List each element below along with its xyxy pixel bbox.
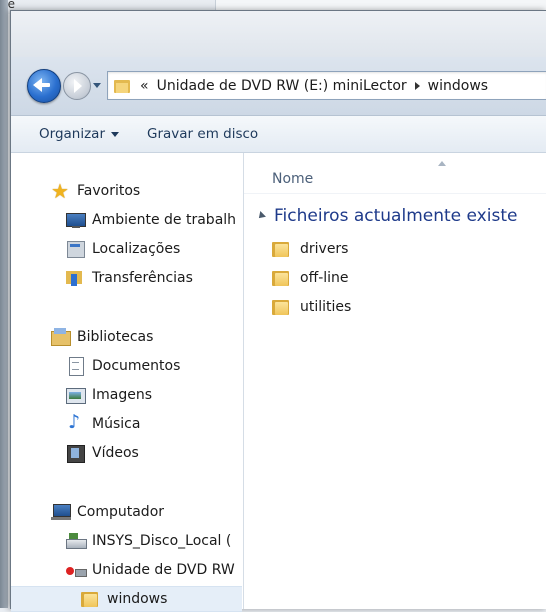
nav-item-label: Imagens [92, 387, 153, 403]
file-name: off-line [300, 270, 349, 286]
star-icon [51, 179, 71, 203]
command-bar: Organizar Gravar em disco [11, 116, 546, 153]
breadcrumb-windows[interactable]: windows [428, 78, 488, 94]
file-name: drivers [300, 241, 349, 257]
address-bar[interactable]: « Unidade de DVD RW (E:) miniLector wind… [107, 71, 546, 100]
nav-item-documents[interactable]: Documentos [66, 354, 180, 378]
nav-favorites-label: Favoritos [77, 183, 141, 199]
nav-item-downloads[interactable]: Transferências [66, 266, 193, 290]
column-header-divider [244, 193, 546, 194]
explorer-window: « Unidade de DVD RW (E:) miniLector wind… [10, 10, 546, 612]
file-item-utilities[interactable]: utilities [272, 295, 351, 319]
nav-item-recent-places[interactable]: Localizações [66, 237, 180, 261]
nav-item-label: Localizações [92, 241, 181, 257]
nav-item-music[interactable]: Música [66, 412, 140, 436]
folder-icon [272, 298, 292, 316]
forward-arrow-icon[interactable] [63, 72, 91, 100]
file-name: utilities [300, 299, 352, 315]
group-header[interactable]: Ficheiros actualmente existe [256, 206, 518, 226]
burn-to-disc-button[interactable]: Gravar em disco [147, 126, 258, 142]
column-header-name[interactable]: Nome [272, 171, 313, 187]
nav-item-label: Transferências [92, 270, 193, 286]
music-icon [66, 412, 86, 433]
nav-computer-label: Computador [77, 504, 165, 520]
collapse-triangle-icon[interactable] [256, 211, 266, 221]
nav-libraries[interactable]: Bibliotecas [51, 325, 153, 349]
desktop-icon [66, 211, 86, 229]
navigation-pane[interactable]: Favoritos Ambiente de trabalh Localizaçõ… [11, 153, 244, 612]
nav-item-label: Unidade de DVD RW [92, 562, 235, 578]
nav-libraries-label: Bibliotecas [77, 329, 154, 345]
nav-computer[interactable]: Computador [51, 500, 164, 524]
dvd-drive-icon [66, 561, 87, 579]
chevron-down-icon [111, 131, 119, 137]
window-titlebar[interactable] [11, 11, 546, 57]
organize-button[interactable]: Organizar [39, 126, 119, 142]
background-window-edge [0, 0, 8, 608]
nav-favorites[interactable]: Favoritos [51, 179, 140, 203]
nav-item-label: Vídeos [92, 445, 139, 461]
nav-item-dvd-drive[interactable]: Unidade de DVD RW [66, 558, 242, 582]
nav-item-label: INSYS_Disco_Local ( [92, 533, 232, 549]
recent-places-icon [66, 240, 86, 258]
folder-icon [272, 240, 292, 258]
breadcrumb-dvd-drive[interactable]: Unidade de DVD RW (E:) miniLector [157, 78, 407, 94]
videos-icon [66, 444, 86, 463]
downloads-icon [66, 269, 86, 287]
file-list-pane[interactable]: Nome Ficheiros actualmente existe driver… [244, 153, 546, 609]
group-header-label: Ficheiros actualmente existe [274, 206, 518, 226]
recent-pages-dropdown-icon[interactable] [93, 83, 101, 88]
address-overflow-chevron[interactable]: « [140, 78, 149, 94]
folder-icon [114, 79, 132, 93]
nav-item-pictures[interactable]: Imagens [66, 383, 152, 407]
nav-item-windows[interactable]: windows [11, 586, 242, 612]
nav-item-desktop[interactable]: Ambiente de trabalh [66, 208, 236, 232]
navigation-bar: « Unidade de DVD RW (E:) miniLector wind… [11, 57, 546, 116]
nav-item-label: Música [92, 416, 141, 432]
file-item-drivers[interactable]: drivers [272, 237, 348, 261]
folder-icon [272, 269, 292, 287]
documents-icon [66, 357, 86, 376]
organize-label: Organizar [39, 126, 105, 142]
back-arrow-icon[interactable] [27, 69, 61, 103]
folder-icon [81, 590, 101, 608]
nav-item-label: Ambiente de trabalh [92, 212, 237, 228]
sort-ascending-icon [438, 161, 446, 166]
computer-icon [51, 503, 71, 521]
nav-item-label: Documentos [92, 358, 181, 374]
file-item-off-line[interactable]: off-line [272, 266, 349, 290]
local-disk-icon [66, 532, 87, 550]
pictures-icon [66, 386, 86, 404]
breadcrumb-arrow-icon[interactable] [414, 81, 420, 90]
nav-item-label: windows [107, 591, 168, 607]
libraries-icon [51, 328, 71, 346]
nav-item-videos[interactable]: Vídeos [66, 441, 139, 465]
nav-item-local-disk[interactable]: INSYS_Disco_Local ( [66, 529, 242, 553]
